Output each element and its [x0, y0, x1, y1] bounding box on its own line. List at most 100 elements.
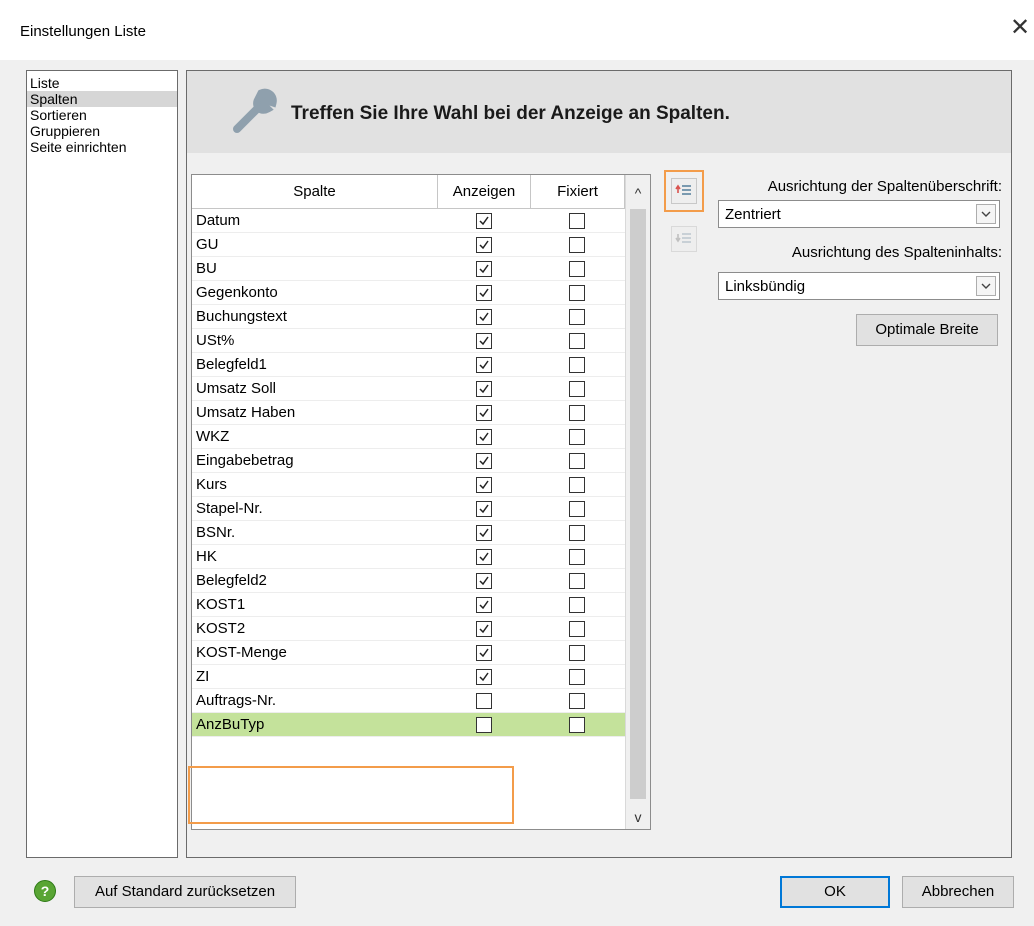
fixed-checkbox[interactable] [569, 693, 585, 709]
show-checkbox[interactable] [476, 477, 492, 493]
column-name-cell: KOST-Menge [196, 644, 287, 661]
cancel-button[interactable]: Abbrechen [902, 876, 1014, 908]
fixed-checkbox[interactable] [569, 261, 585, 277]
table-row[interactable]: BSNr. [192, 521, 625, 545]
ok-button[interactable]: OK [780, 876, 890, 908]
column-name-cell: ZI [196, 668, 210, 685]
fixed-checkbox[interactable] [569, 237, 585, 253]
table-row[interactable]: Belegfeld1 [192, 353, 625, 377]
column-header-anzeigen[interactable]: Anzeigen [438, 175, 531, 209]
table-row[interactable]: ZI [192, 665, 625, 689]
scroll-down-icon[interactable]: v [626, 805, 650, 829]
show-checkbox[interactable] [476, 717, 492, 733]
show-checkbox[interactable] [476, 381, 492, 397]
table-row[interactable]: Kurs [192, 473, 625, 497]
show-checkbox[interactable] [476, 333, 492, 349]
fixed-checkbox[interactable] [569, 645, 585, 661]
scroll-thumb[interactable] [630, 209, 646, 799]
show-checkbox[interactable] [476, 357, 492, 373]
show-checkbox[interactable] [476, 453, 492, 469]
show-checkbox[interactable] [476, 597, 492, 613]
move-up-button[interactable] [671, 178, 697, 204]
show-checkbox[interactable] [476, 405, 492, 421]
nav-item-seite-einrichten[interactable]: Seite einrichten [27, 139, 177, 155]
show-checkbox[interactable] [476, 237, 492, 253]
table-row[interactable]: Auftrags-Nr. [192, 689, 625, 713]
column-name-cell: BU [196, 260, 217, 277]
reset-defaults-button[interactable]: Auf Standard zurücksetzen [74, 876, 296, 908]
show-checkbox[interactable] [476, 645, 492, 661]
column-header-spalte[interactable]: Spalte [192, 175, 438, 209]
table-row[interactable]: AnzBuTyp [192, 713, 625, 737]
show-checkbox[interactable] [476, 429, 492, 445]
nav-item-liste[interactable]: Liste [27, 75, 177, 91]
show-checkbox[interactable] [476, 213, 492, 229]
fixed-checkbox[interactable] [569, 285, 585, 301]
show-checkbox[interactable] [476, 669, 492, 685]
grid-scrollbar[interactable]: ^ v [625, 175, 650, 829]
show-checkbox[interactable] [476, 285, 492, 301]
show-checkbox[interactable] [476, 621, 492, 637]
table-row[interactable]: WKZ [192, 425, 625, 449]
table-row[interactable]: GU [192, 233, 625, 257]
fixed-checkbox[interactable] [569, 429, 585, 445]
fixed-checkbox[interactable] [569, 381, 585, 397]
table-row[interactable]: Gegenkonto [192, 281, 625, 305]
fixed-checkbox[interactable] [569, 333, 585, 349]
fixed-checkbox[interactable] [569, 669, 585, 685]
table-row[interactable]: KOST1 [192, 593, 625, 617]
column-header-fixiert[interactable]: Fixiert [531, 175, 625, 209]
table-row[interactable]: Belegfeld2 [192, 569, 625, 593]
content-alignment-select[interactable]: Linksbündig [718, 272, 1000, 300]
move-down-button[interactable] [671, 226, 697, 252]
fixed-checkbox[interactable] [569, 309, 585, 325]
table-row[interactable]: Buchungstext [192, 305, 625, 329]
header-alignment-select[interactable]: Zentriert [718, 200, 1000, 228]
fixed-checkbox[interactable] [569, 501, 585, 517]
show-checkbox[interactable] [476, 309, 492, 325]
help-icon[interactable]: ? [34, 880, 56, 902]
column-name-cell: Buchungstext [196, 308, 287, 325]
fixed-checkbox[interactable] [569, 621, 585, 637]
close-icon[interactable]: ✕ [1008, 16, 1032, 40]
fixed-checkbox[interactable] [569, 549, 585, 565]
nav-item-spalten[interactable]: Spalten [27, 91, 177, 107]
header-alignment-label: Ausrichtung der Spaltenüberschrift: [767, 178, 1002, 195]
fixed-checkbox[interactable] [569, 213, 585, 229]
table-row[interactable]: HK [192, 545, 625, 569]
fixed-checkbox[interactable] [569, 477, 585, 493]
fixed-checkbox[interactable] [569, 357, 585, 373]
table-row[interactable]: Umsatz Haben [192, 401, 625, 425]
table-row[interactable]: Datum [192, 209, 625, 233]
show-checkbox[interactable] [476, 693, 492, 709]
show-checkbox[interactable] [476, 501, 492, 517]
panel-header: Treffen Sie Ihre Wahl bei der Anzeige an… [187, 71, 1011, 153]
show-checkbox[interactable] [476, 261, 492, 277]
fixed-checkbox[interactable] [569, 453, 585, 469]
column-name-cell: Kurs [196, 476, 227, 493]
show-checkbox[interactable] [476, 573, 492, 589]
column-name-cell: Belegfeld2 [196, 572, 267, 589]
fixed-checkbox[interactable] [569, 597, 585, 613]
nav-item-gruppieren[interactable]: Gruppieren [27, 123, 177, 139]
scroll-up-icon[interactable]: ^ [626, 181, 650, 205]
optimal-width-button[interactable]: Optimale Breite [856, 314, 998, 346]
fixed-checkbox[interactable] [569, 525, 585, 541]
fixed-checkbox[interactable] [569, 573, 585, 589]
table-row[interactable]: Eingabebetrag [192, 449, 625, 473]
chevron-down-icon[interactable] [976, 276, 996, 296]
table-row[interactable]: Stapel-Nr. [192, 497, 625, 521]
column-name-cell: GU [196, 236, 219, 253]
table-row[interactable]: Umsatz Soll [192, 377, 625, 401]
show-checkbox[interactable] [476, 549, 492, 565]
table-row[interactable]: USt% [192, 329, 625, 353]
chevron-down-icon[interactable] [976, 204, 996, 224]
table-row[interactable]: KOST-Menge [192, 641, 625, 665]
table-row[interactable]: BU [192, 257, 625, 281]
table-row[interactable]: KOST2 [192, 617, 625, 641]
fixed-checkbox[interactable] [569, 405, 585, 421]
panel-heading: Treffen Sie Ihre Wahl bei der Anzeige an… [291, 103, 730, 124]
nav-item-sortieren[interactable]: Sortieren [27, 107, 177, 123]
show-checkbox[interactable] [476, 525, 492, 541]
fixed-checkbox[interactable] [569, 717, 585, 733]
